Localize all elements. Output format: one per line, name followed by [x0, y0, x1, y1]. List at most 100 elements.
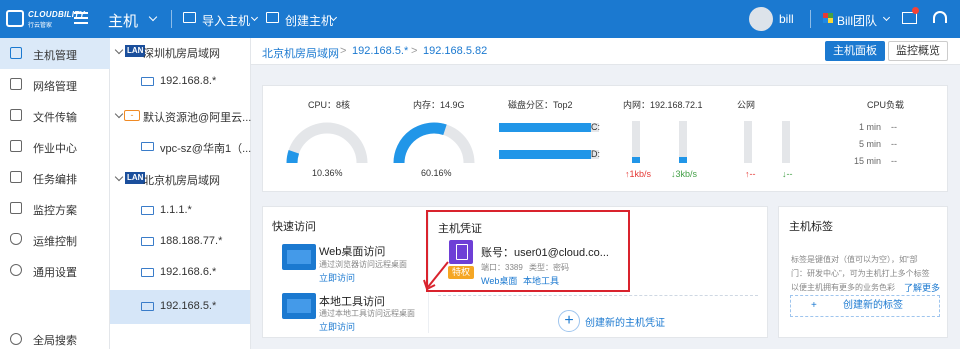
sidebar-item-task-orchestration[interactable]: 任务编排	[0, 162, 110, 193]
breadcrumb-item[interactable]: 192.168.5.*	[352, 45, 408, 57]
tree-node[interactable]: 1.1.1.*	[110, 197, 250, 225]
breadcrumb-separator: >	[411, 45, 418, 57]
notification-dot	[912, 7, 919, 14]
local-tool-name: 本地工具访问	[319, 296, 385, 308]
web-desktop-desc: 通过浏览器访问远程桌面	[319, 260, 407, 269]
tree-node[interactable]: vpc-sz@华南1（...	[110, 133, 251, 161]
load-5min-value: --	[891, 139, 897, 149]
tree-node-label: 188.188.77.*	[160, 235, 223, 247]
sidebar-item-job-center[interactable]: 作业中心	[0, 131, 110, 162]
learn-more-link[interactable]: 了解更多	[904, 281, 940, 294]
disk-bar-d-fill	[499, 150, 591, 159]
sidebar-item-label: 网络管理	[33, 81, 77, 93]
quick-access-title: 快速访问	[272, 221, 316, 233]
module-title[interactable]: 主机	[108, 10, 138, 31]
sidebar-item-global-search[interactable]: 全局搜索	[0, 329, 110, 349]
tags-desc: 以便主机拥有更多的业务色彩	[791, 283, 895, 292]
tree-node-selected[interactable]: 192.168.5.*	[110, 290, 250, 324]
memory-value: 60.16%	[421, 168, 452, 178]
web-desktop-access-link[interactable]: 立即访问	[319, 271, 355, 284]
tree-group[interactable]: - 默认资源池@阿里云...	[110, 102, 252, 130]
tree-group[interactable]: LAN 北京机房局域网	[110, 165, 250, 193]
monitor-icon	[141, 142, 154, 151]
breadcrumb-item[interactable]: 192.168.5.82	[423, 45, 487, 57]
local-tool-access-link[interactable]: 立即访问	[319, 320, 355, 333]
monitor-icon	[141, 237, 154, 246]
tags-desc: 标签是键值对（值可以为空），如“部	[791, 255, 918, 264]
chevron-down-icon[interactable]	[250, 13, 259, 22]
tab-monitor-overview[interactable]: 监控概览	[888, 41, 948, 61]
chevron-down-icon[interactable]	[114, 172, 124, 182]
monitor-icon	[10, 47, 22, 59]
sidebar: 主机管理 网络管理 文件传输 作业中心 任务编排 监控方案 运维控制 通用设置 …	[0, 38, 110, 349]
tab-host-panel[interactable]: 主机面板	[825, 41, 885, 61]
divider	[171, 10, 172, 28]
intranet-upload: ↑1kb/s	[625, 169, 652, 179]
tree-node[interactable]: 192.168.8.*	[110, 68, 250, 96]
import-host-menu[interactable]: 导入主机	[202, 12, 250, 29]
chevron-down-icon[interactable]	[114, 109, 124, 119]
public-down-bar	[782, 121, 790, 163]
memory-gauge	[393, 122, 475, 164]
monitor-icon	[141, 77, 154, 86]
tree-group-label: 北京机房局域网	[143, 175, 220, 187]
top-bar: CLOUDBILITY 行云管家 主机 导入主机 创建主机 bill Bill团…	[0, 0, 960, 38]
sidebar-item-monitoring[interactable]: 监控方案	[0, 193, 110, 224]
sidebar-item-network[interactable]: 网络管理	[0, 69, 110, 100]
chevron-down-icon[interactable]	[114, 45, 124, 55]
sidebar-item-label: 全局搜索	[33, 335, 77, 347]
divider	[810, 10, 811, 28]
monitor-icon	[141, 268, 154, 277]
breadcrumb-separator: >	[340, 45, 347, 57]
create-credential-button[interactable]: 创建新的主机凭证	[585, 314, 665, 329]
divider	[438, 295, 758, 296]
local-tool-icon	[282, 293, 316, 319]
create-tag-label: 创建新的标签	[843, 300, 903, 311]
sidebar-item-file-transfer[interactable]: 文件传输	[0, 100, 110, 131]
chevron-down-icon[interactable]	[148, 12, 158, 22]
local-tool-desc: 通过本地工具访问远程桌面	[319, 309, 415, 318]
create-host-menu[interactable]: 创建主机	[285, 12, 333, 29]
tags-desc: 门：研发中心”，可为主机打上多个标签	[791, 269, 930, 278]
team-icon	[823, 13, 833, 23]
create-tag-button[interactable]: + 创建新的标签	[790, 295, 940, 317]
public-download: ↓--	[782, 169, 793, 179]
tree-group-label: 默认资源池@阿里云...	[143, 112, 252, 124]
network-icon	[10, 78, 22, 90]
intranet-up-bar	[632, 121, 640, 163]
shield-icon	[10, 233, 22, 245]
public-network-label: 公网	[737, 100, 756, 110]
sidebar-item-label: 监控方案	[33, 205, 77, 217]
import-icon	[183, 12, 196, 23]
sidebar-item-ops-control[interactable]: 运维控制	[0, 224, 110, 255]
menu-icon[interactable]	[74, 12, 88, 24]
public-up-bar	[744, 121, 752, 163]
chart-icon	[10, 202, 22, 214]
add-credential-icon[interactable]: +	[558, 310, 580, 332]
disk-bar-c-fill	[499, 123, 591, 132]
avatar[interactable]	[749, 7, 773, 31]
team-name[interactable]: Bill团队	[837, 12, 877, 29]
chevron-down-icon[interactable]	[882, 13, 891, 22]
sidebar-item-label: 通用设置	[33, 267, 77, 279]
monitor-icon	[141, 302, 154, 311]
breadcrumb-item[interactable]: 北京机房局域网	[262, 45, 339, 61]
tree-node[interactable]: 192.168.6.*	[110, 259, 250, 287]
load-15min-label: 15 min	[853, 156, 881, 166]
memory-label: 内存：14.9G	[413, 100, 465, 110]
search-icon	[10, 333, 22, 345]
intranet-download: ↓3kb/s	[671, 169, 698, 179]
sidebar-item-settings[interactable]: 通用设置	[0, 255, 110, 286]
cpu-gauge-fill	[286, 150, 300, 164]
sidebar-item-label: 作业中心	[33, 143, 77, 155]
cloudbility-logo[interactable]: CLOUDBILITY 行云管家	[6, 9, 85, 29]
tree-group[interactable]: LAN 深圳机房局域网	[110, 38, 250, 66]
headset-icon[interactable]	[933, 11, 947, 23]
sidebar-item-host-management[interactable]: 主机管理	[0, 38, 110, 69]
tree-node[interactable]: 188.188.77.*	[110, 228, 250, 256]
plus-icon: +	[811, 300, 817, 311]
user-name[interactable]: bill	[779, 12, 794, 26]
intranet-down-bar	[679, 121, 687, 163]
cpu-value: 10.36%	[312, 168, 343, 178]
load-5min-label: 5 min	[858, 139, 881, 149]
